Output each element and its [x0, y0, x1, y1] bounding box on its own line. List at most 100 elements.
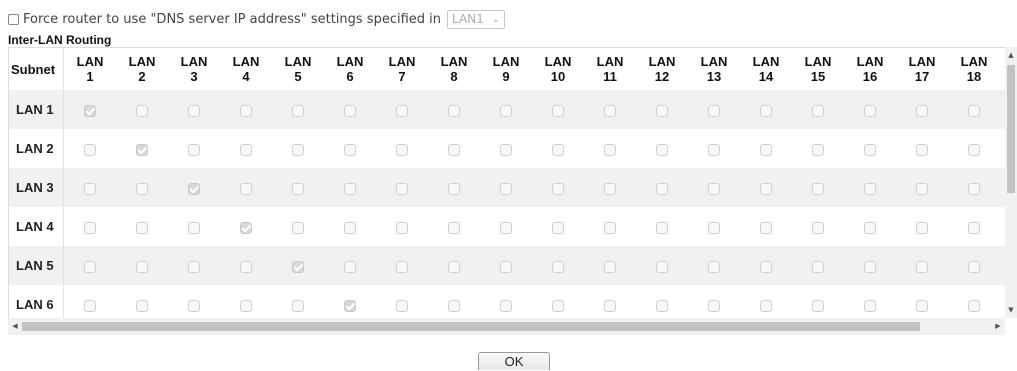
- routing-checkbox[interactable]: [708, 299, 720, 312]
- routing-checkbox[interactable]: [552, 104, 564, 117]
- routing-checkbox[interactable]: [500, 182, 512, 195]
- routing-checkbox[interactable]: [448, 221, 460, 234]
- routing-checkbox[interactable]: [136, 143, 148, 156]
- routing-checkbox[interactable]: [656, 260, 668, 273]
- routing-checkbox[interactable]: [968, 182, 980, 195]
- routing-checkbox[interactable]: [916, 143, 928, 156]
- routing-checkbox[interactable]: [84, 104, 96, 117]
- horizontal-scrollbar[interactable]: ◀ ▶: [8, 318, 1005, 335]
- dns-lan-select[interactable]: LAN1 ⌄: [447, 9, 506, 29]
- routing-checkbox[interactable]: [344, 104, 356, 117]
- scroll-down-icon[interactable]: ▼: [1005, 304, 1017, 316]
- routing-checkbox[interactable]: [656, 143, 668, 156]
- routing-checkbox[interactable]: [604, 143, 616, 156]
- routing-checkbox[interactable]: [500, 299, 512, 312]
- routing-checkbox[interactable]: [968, 299, 980, 312]
- routing-checkbox[interactable]: [188, 260, 200, 273]
- routing-checkbox[interactable]: [916, 260, 928, 273]
- routing-checkbox[interactable]: [708, 221, 720, 234]
- routing-checkbox[interactable]: [864, 260, 876, 273]
- routing-checkbox[interactable]: [240, 182, 252, 195]
- routing-checkbox[interactable]: [188, 299, 200, 312]
- routing-checkbox[interactable]: [812, 260, 824, 273]
- ok-button[interactable]: OK: [478, 352, 550, 370]
- routing-checkbox[interactable]: [136, 182, 148, 195]
- routing-checkbox[interactable]: [292, 143, 304, 156]
- routing-checkbox[interactable]: [864, 143, 876, 156]
- routing-checkbox[interactable]: [708, 104, 720, 117]
- routing-checkbox[interactable]: [240, 143, 252, 156]
- routing-checkbox[interactable]: [344, 221, 356, 234]
- scroll-up-icon[interactable]: ▲: [1005, 49, 1017, 61]
- routing-checkbox[interactable]: [552, 221, 564, 234]
- vertical-scroll-thumb[interactable]: [1007, 65, 1015, 193]
- routing-checkbox[interactable]: [552, 143, 564, 156]
- horizontal-scroll-thumb[interactable]: [22, 322, 920, 331]
- routing-checkbox[interactable]: [604, 104, 616, 117]
- routing-checkbox[interactable]: [396, 104, 408, 117]
- routing-checkbox[interactable]: [448, 182, 460, 195]
- routing-checkbox[interactable]: [240, 260, 252, 273]
- routing-checkbox[interactable]: [84, 299, 96, 312]
- routing-checkbox[interactable]: [552, 182, 564, 195]
- routing-checkbox[interactable]: [916, 299, 928, 312]
- routing-checkbox[interactable]: [760, 299, 772, 312]
- routing-checkbox[interactable]: [240, 299, 252, 312]
- routing-checkbox[interactable]: [500, 260, 512, 273]
- routing-checkbox[interactable]: [552, 260, 564, 273]
- routing-checkbox[interactable]: [84, 221, 96, 234]
- routing-checkbox[interactable]: [760, 182, 772, 195]
- routing-checkbox[interactable]: [916, 182, 928, 195]
- routing-checkbox[interactable]: [604, 260, 616, 273]
- routing-checkbox[interactable]: [136, 104, 148, 117]
- routing-checkbox[interactable]: [552, 299, 564, 312]
- routing-checkbox[interactable]: [292, 182, 304, 195]
- routing-checkbox[interactable]: [84, 260, 96, 273]
- routing-checkbox[interactable]: [968, 104, 980, 117]
- routing-checkbox[interactable]: [344, 143, 356, 156]
- routing-checkbox[interactable]: [812, 299, 824, 312]
- routing-checkbox[interactable]: [968, 143, 980, 156]
- routing-checkbox[interactable]: [188, 221, 200, 234]
- routing-checkbox[interactable]: [864, 299, 876, 312]
- routing-checkbox[interactable]: [448, 299, 460, 312]
- routing-checkbox[interactable]: [344, 260, 356, 273]
- routing-checkbox[interactable]: [916, 221, 928, 234]
- routing-checkbox[interactable]: [864, 182, 876, 195]
- routing-checkbox[interactable]: [656, 299, 668, 312]
- routing-checkbox[interactable]: [864, 104, 876, 117]
- routing-checkbox[interactable]: [812, 104, 824, 117]
- routing-checkbox[interactable]: [448, 143, 460, 156]
- routing-checkbox[interactable]: [760, 143, 772, 156]
- routing-checkbox[interactable]: [500, 143, 512, 156]
- routing-checkbox[interactable]: [84, 182, 96, 195]
- routing-checkbox[interactable]: [84, 143, 96, 156]
- routing-checkbox[interactable]: [344, 182, 356, 195]
- routing-checkbox[interactable]: [916, 104, 928, 117]
- routing-checkbox[interactable]: [500, 221, 512, 234]
- routing-checkbox[interactable]: [864, 221, 876, 234]
- routing-checkbox[interactable]: [708, 143, 720, 156]
- vertical-scrollbar[interactable]: ▲ ▼: [1005, 47, 1017, 318]
- routing-checkbox[interactable]: [604, 299, 616, 312]
- routing-checkbox[interactable]: [448, 104, 460, 117]
- routing-checkbox[interactable]: [500, 104, 512, 117]
- routing-checkbox[interactable]: [136, 299, 148, 312]
- routing-checkbox[interactable]: [240, 221, 252, 234]
- routing-checkbox[interactable]: [396, 260, 408, 273]
- force-dns-checkbox[interactable]: [8, 13, 19, 25]
- routing-checkbox[interactable]: [656, 182, 668, 195]
- routing-checkbox[interactable]: [812, 182, 824, 195]
- routing-checkbox[interactable]: [292, 104, 304, 117]
- routing-checkbox[interactable]: [656, 104, 668, 117]
- routing-checkbox[interactable]: [136, 260, 148, 273]
- routing-checkbox[interactable]: [812, 221, 824, 234]
- routing-checkbox[interactable]: [708, 260, 720, 273]
- routing-checkbox[interactable]: [396, 182, 408, 195]
- routing-checkbox[interactable]: [188, 104, 200, 117]
- routing-checkbox[interactable]: [344, 299, 356, 312]
- routing-checkbox[interactable]: [396, 221, 408, 234]
- routing-checkbox[interactable]: [604, 182, 616, 195]
- scroll-left-icon[interactable]: ◀: [8, 318, 22, 335]
- routing-checkbox[interactable]: [292, 260, 304, 273]
